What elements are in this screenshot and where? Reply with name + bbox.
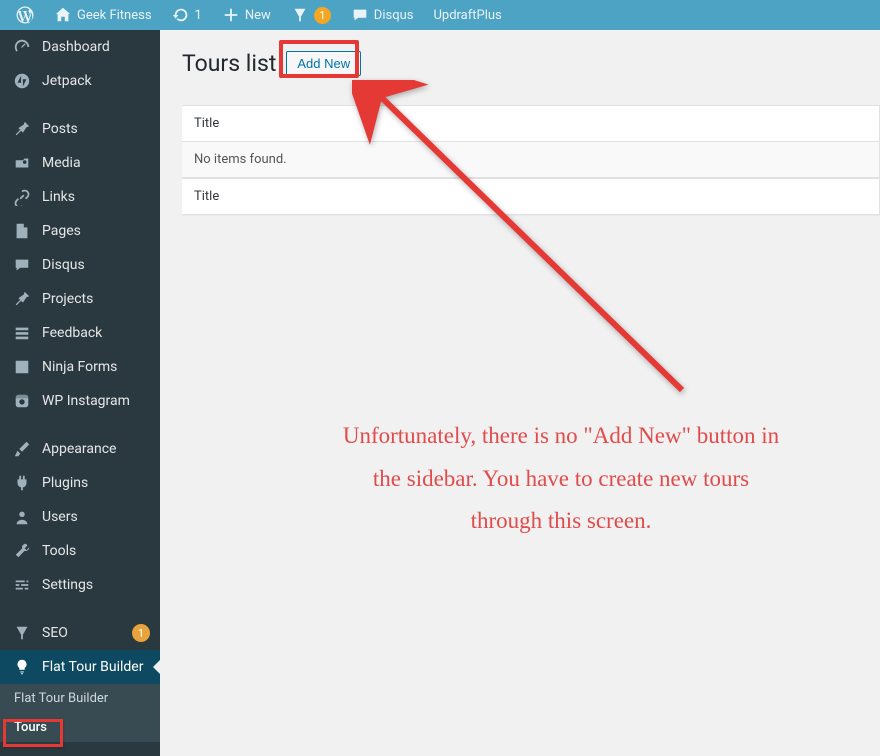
submenu-item-tours[interactable]: Tours bbox=[0, 713, 160, 742]
sliders-icon bbox=[12, 576, 32, 594]
yoast-item[interactable]: 1 bbox=[283, 0, 339, 30]
site-name-item[interactable]: Geek Fitness bbox=[46, 0, 160, 30]
sidebar-item-label: SEO bbox=[42, 625, 122, 641]
user-icon bbox=[12, 508, 32, 526]
pin-icon bbox=[12, 290, 32, 308]
submenu-item-ftb[interactable]: Flat Tour Builder bbox=[0, 684, 160, 713]
sidebar-item-posts[interactable]: Posts bbox=[0, 112, 160, 146]
annotation-text: Unfortunately, there is no "Add New" but… bbox=[336, 415, 786, 543]
wp-logo-item[interactable] bbox=[8, 0, 42, 30]
col-title-label: Title bbox=[194, 189, 219, 204]
sidebar-item-label: Disqus bbox=[42, 257, 150, 273]
sidebar-item-settings[interactable]: Settings bbox=[0, 568, 160, 602]
submenu-label: Flat Tour Builder bbox=[14, 691, 108, 706]
table-header[interactable]: Title bbox=[182, 106, 879, 142]
sidebar-item-plugins[interactable]: Plugins bbox=[0, 466, 160, 500]
wrench-icon bbox=[12, 542, 32, 560]
sidebar-item-feedback[interactable]: Feedback bbox=[0, 316, 160, 350]
sidebar-item-label: Flat Tour Builder bbox=[42, 659, 150, 675]
sidebar-item-jetpack[interactable]: Jetpack bbox=[0, 64, 160, 98]
sidebar-item-label: Jetpack bbox=[42, 73, 150, 89]
updraft-item[interactable]: UpdraftPlus bbox=[425, 0, 509, 30]
plus-icon bbox=[222, 6, 240, 24]
yoast-icon bbox=[291, 6, 309, 24]
updraft-label: UpdraftPlus bbox=[433, 8, 501, 23]
plug-icon bbox=[12, 474, 32, 492]
sidebar-item-media[interactable]: Media bbox=[0, 146, 160, 180]
media-icon bbox=[12, 154, 32, 172]
sidebar-item-dashboard[interactable]: Dashboard bbox=[0, 30, 160, 64]
admin-bar: Geek Fitness 1 New 1 Disqus UpdraftPlus bbox=[0, 0, 880, 30]
link-icon bbox=[12, 188, 32, 206]
sidebar-item-label: Links bbox=[42, 189, 150, 205]
page-header: Tours list Add New bbox=[182, 50, 880, 77]
sidebar-item-label: Settings bbox=[42, 577, 150, 593]
sidebar-item-tools[interactable]: Tools bbox=[0, 534, 160, 568]
menu-separator bbox=[0, 418, 160, 432]
new-item[interactable]: New bbox=[214, 0, 279, 30]
sidebar-item-pages[interactable]: Pages bbox=[0, 214, 160, 248]
sidebar-item-instagram[interactable]: WP Instagram bbox=[0, 384, 160, 418]
disqus-item[interactable]: Disqus bbox=[343, 0, 422, 30]
page-icon bbox=[12, 222, 32, 240]
page-title: Tours list bbox=[182, 50, 276, 77]
admin-sidebar: Dashboard Jetpack Posts Media Links Page… bbox=[0, 30, 160, 756]
sidebar-item-label: Tools bbox=[42, 543, 150, 559]
sidebar-item-label: Ninja Forms bbox=[42, 359, 150, 375]
sidebar-item-links[interactable]: Links bbox=[0, 180, 160, 214]
sidebar-item-ninja[interactable]: Ninja Forms bbox=[0, 350, 160, 384]
lightbulb-icon bbox=[12, 658, 32, 676]
sidebar-item-label: Projects bbox=[42, 291, 150, 307]
sidebar-item-projects[interactable]: Projects bbox=[0, 282, 160, 316]
add-new-button[interactable]: Add New bbox=[286, 51, 361, 76]
disqus-label: Disqus bbox=[374, 8, 414, 23]
brush-icon bbox=[12, 440, 32, 458]
sidebar-item-appearance[interactable]: Appearance bbox=[0, 432, 160, 466]
updates-item[interactable]: 1 bbox=[164, 0, 210, 30]
content-area: Tours list Add New Title No items found.… bbox=[160, 30, 880, 756]
updates-count: 1 bbox=[195, 8, 202, 23]
sidebar-item-disqus[interactable]: Disqus bbox=[0, 248, 160, 282]
yoast-icon bbox=[12, 624, 32, 642]
sidebar-item-seo[interactable]: SEO 1 bbox=[0, 616, 160, 650]
sidebar-item-label: Appearance bbox=[42, 441, 150, 457]
sidebar-item-label: Posts bbox=[42, 121, 150, 137]
sidebar-item-label: Feedback bbox=[42, 325, 150, 341]
sidebar-item-label: Dashboard bbox=[42, 39, 150, 55]
sidebar-item-users[interactable]: Users bbox=[0, 500, 160, 534]
list-icon bbox=[12, 324, 32, 342]
sidebar-item-flat-tour-builder[interactable]: Flat Tour Builder bbox=[0, 650, 160, 684]
table-empty-row: No items found. bbox=[182, 142, 879, 178]
submenu-flat-tour-builder: Flat Tour Builder Tours bbox=[0, 684, 160, 742]
sidebar-item-label: Media bbox=[42, 155, 150, 171]
home-icon bbox=[54, 6, 72, 24]
wordpress-icon bbox=[16, 6, 34, 24]
sidebar-item-label: Pages bbox=[42, 223, 150, 239]
refresh-icon bbox=[172, 6, 190, 24]
table-footer[interactable]: Title bbox=[182, 178, 879, 214]
submenu-label: Tours bbox=[14, 720, 47, 735]
seo-badge: 1 bbox=[132, 624, 150, 642]
instagram-icon bbox=[12, 392, 32, 410]
empty-text: No items found. bbox=[194, 152, 287, 167]
yoast-badge: 1 bbox=[314, 7, 331, 24]
menu-separator bbox=[0, 98, 160, 112]
sidebar-item-label: Plugins bbox=[42, 475, 150, 491]
comment-icon bbox=[12, 256, 32, 274]
sidebar-item-label: WP Instagram bbox=[42, 393, 150, 409]
sidebar-item-label: Users bbox=[42, 509, 150, 525]
pin-icon bbox=[12, 120, 32, 138]
comment-icon bbox=[351, 6, 369, 24]
dashboard-icon bbox=[12, 38, 32, 56]
tours-table: Title No items found. Title bbox=[182, 105, 880, 215]
site-name-label: Geek Fitness bbox=[77, 8, 152, 23]
menu-separator bbox=[0, 602, 160, 616]
form-icon bbox=[12, 358, 32, 376]
jetpack-icon bbox=[12, 72, 32, 90]
col-title-label: Title bbox=[194, 116, 219, 131]
new-label: New bbox=[245, 8, 271, 23]
